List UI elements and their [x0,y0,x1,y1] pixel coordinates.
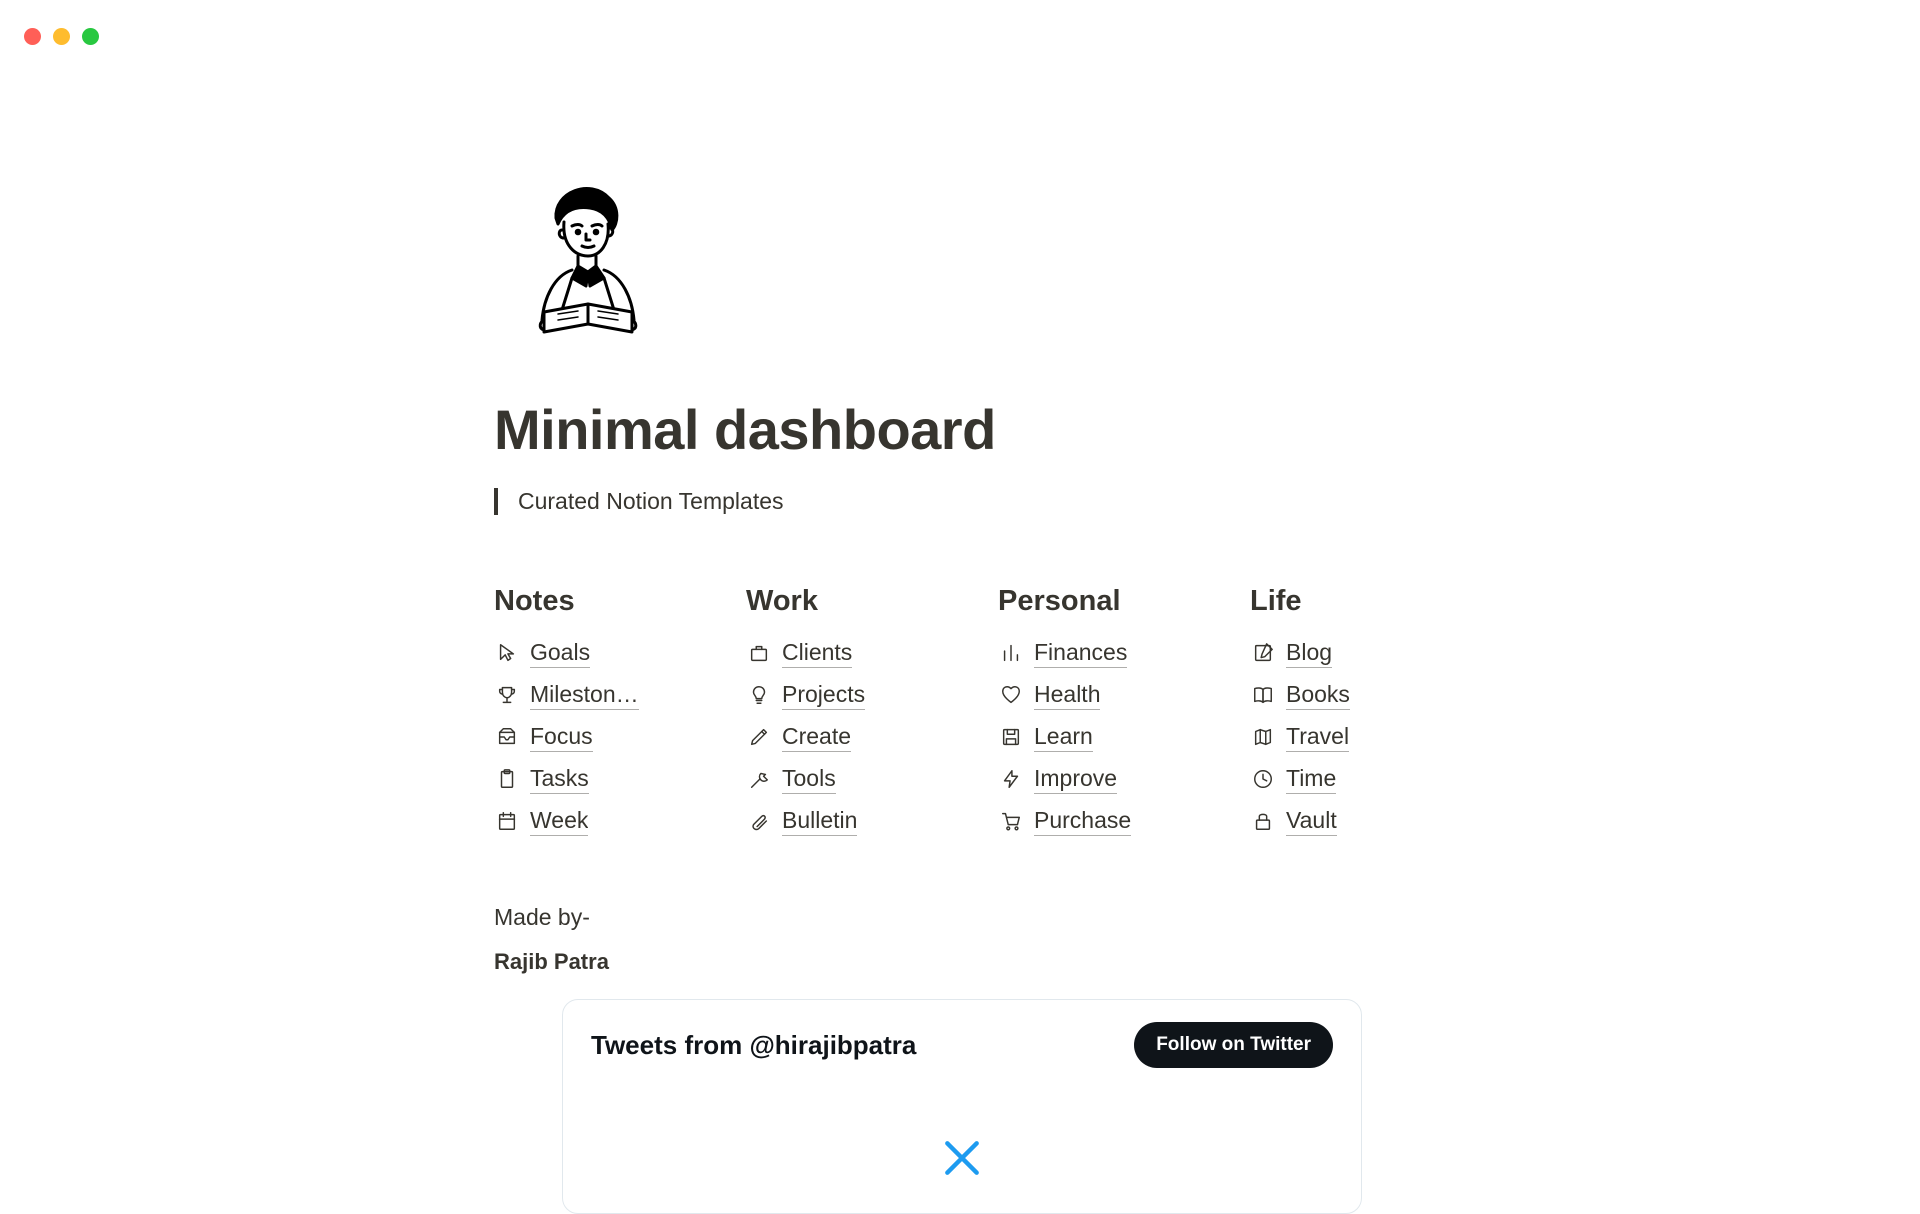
page-link-books[interactable]: Books [1250,674,1502,716]
page-link-label: Projects [782,681,865,710]
column-heading: Notes [494,585,746,618]
inbox-icon [494,724,520,750]
page-link-label: Focus [530,723,593,752]
maximize-window-button[interactable] [82,28,99,45]
page-link-learn[interactable]: Learn [998,716,1250,758]
lightning-icon [998,766,1024,792]
page-link-clients[interactable]: Clients [746,632,998,674]
column-heading: Work [746,585,998,618]
page-link-tools[interactable]: Tools [746,758,998,800]
page-link-week[interactable]: Week [494,800,746,842]
page-link-label: Purchase [1034,807,1131,836]
column-heading: Life [1250,585,1502,618]
save-icon [998,724,1024,750]
edit-square-icon [1250,640,1276,666]
clipboard-icon [494,766,520,792]
column-notes: Notes Goals Mileston… Focus Tasks Week [494,585,746,842]
wrench-icon [746,766,772,792]
clock-icon [1250,766,1276,792]
cursor-icon [494,640,520,666]
twitter-embed: Tweets from @hirajibpatra Follow on Twit… [562,999,1362,1214]
page-link-label: Travel [1286,723,1349,752]
subtitle-text: Curated Notion Templates [518,488,1374,515]
page-link-label: Time [1286,765,1336,794]
column-work: Work Clients Projects Create Tools Bulletin [746,585,998,842]
pencil-icon [746,724,772,750]
page-link-label: Blog [1286,639,1332,668]
page-link-goals[interactable]: Goals [494,632,746,674]
page-title: Minimal dashboard [494,397,1374,462]
briefcase-icon [746,640,772,666]
twitter-embed-header: Tweets from @hirajibpatra Follow on Twit… [563,1000,1361,1086]
twitter-embed-body [563,1086,1361,1213]
page-link-label: Bulletin [782,807,857,836]
page-link-label: Vault [1286,807,1337,836]
heart-icon [998,682,1024,708]
twitter-embed-title: Tweets from @hirajibpatra [591,1030,916,1061]
cover-illustration [514,180,1374,345]
author-name: Rajib Patra [494,949,1374,975]
trophy-icon [494,682,520,708]
page-link-vault[interactable]: Vault [1250,800,1502,842]
subtitle-quote: Curated Notion Templates [494,488,1374,515]
paperclip-icon [746,808,772,834]
page-link-time[interactable]: Time [1250,758,1502,800]
map-icon [1250,724,1276,750]
column-heading: Personal [998,585,1250,618]
page-link-focus[interactable]: Focus [494,716,746,758]
page-link-health[interactable]: Health [998,674,1250,716]
page-link-create[interactable]: Create [746,716,998,758]
page-link-label: Finances [1034,639,1127,668]
calendar-icon [494,808,520,834]
made-by-label: Made by- [494,904,1374,931]
page-link-label: Mileston… [530,681,639,710]
page-link-finances[interactable]: Finances [998,632,1250,674]
page-link-improve[interactable]: Improve [998,758,1250,800]
page-link-purchase[interactable]: Purchase [998,800,1250,842]
minimize-window-button[interactable] [53,28,70,45]
book-open-icon [1250,682,1276,708]
page-link-label: Create [782,723,851,752]
lock-icon [1250,808,1276,834]
page-link-bulletin[interactable]: Bulletin [746,800,998,842]
page-link-label: Health [1034,681,1100,710]
window-traffic-lights [24,28,99,45]
page-link-mileston[interactable]: Mileston… [494,674,746,716]
follow-on-twitter-button[interactable]: Follow on Twitter [1134,1022,1333,1068]
page-link-label: Improve [1034,765,1117,794]
column-personal: Personal Finances Health Learn Improve Purcha… [998,585,1250,842]
lightbulb-icon [746,682,772,708]
bar-chart-icon [998,640,1024,666]
page-link-label: Learn [1034,723,1093,752]
page-link-blog[interactable]: Blog [1250,632,1502,674]
page-link-label: Goals [530,639,590,668]
page-link-tasks[interactable]: Tasks [494,758,746,800]
page-link-label: Week [530,807,588,836]
page-link-label: Tools [782,765,836,794]
x-logo-icon [940,1136,984,1185]
page-link-label: Books [1286,681,1350,710]
dashboard-columns: Notes Goals Mileston… Focus Tasks Week Work Cli… [494,585,1374,842]
column-life: Life Blog Books Travel Time Vault [1250,585,1502,842]
cart-icon [998,808,1024,834]
close-window-button[interactable] [24,28,41,45]
page-link-label: Clients [782,639,852,668]
page-link-label: Tasks [530,765,589,794]
page-link-travel[interactable]: Travel [1250,716,1502,758]
page-content: Minimal dashboard Curated Notion Templat… [494,180,1374,1214]
page-link-projects[interactable]: Projects [746,674,998,716]
